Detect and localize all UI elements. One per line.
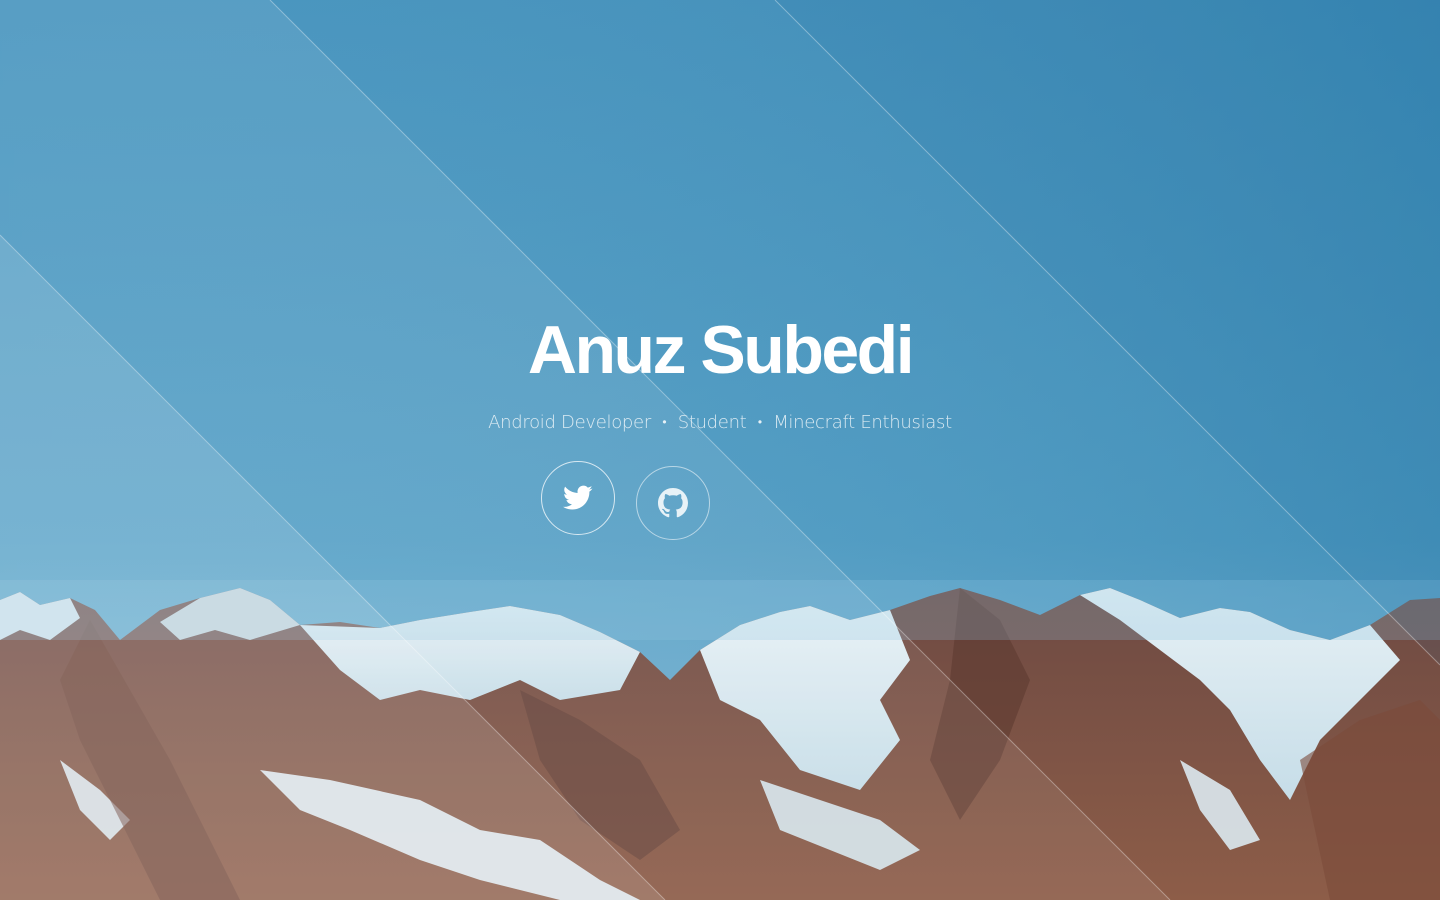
hero-content: Anuz Subedi Android Developer • Student … (0, 310, 1440, 433)
tagline-separator: • (662, 415, 667, 429)
github-icon (658, 488, 688, 518)
tagline-separator: • (757, 415, 762, 429)
profile-name: Anuz Subedi (527, 312, 915, 388)
twitter-icon (563, 485, 593, 510)
diagonal-overlay (0, 0, 1440, 900)
role-android-developer: Android Developer (488, 412, 651, 433)
role-minecraft-enthusiast: Minecraft Enthusiast (773, 412, 952, 433)
hero-section: Anuz Subedi Android Developer • Student … (0, 0, 1440, 900)
github-button[interactable] (636, 466, 710, 540)
twitter-button[interactable] (541, 461, 615, 535)
profile-tagline: Android Developer • Student • Minecraft … (0, 412, 1440, 433)
role-student: Student (677, 412, 747, 433)
